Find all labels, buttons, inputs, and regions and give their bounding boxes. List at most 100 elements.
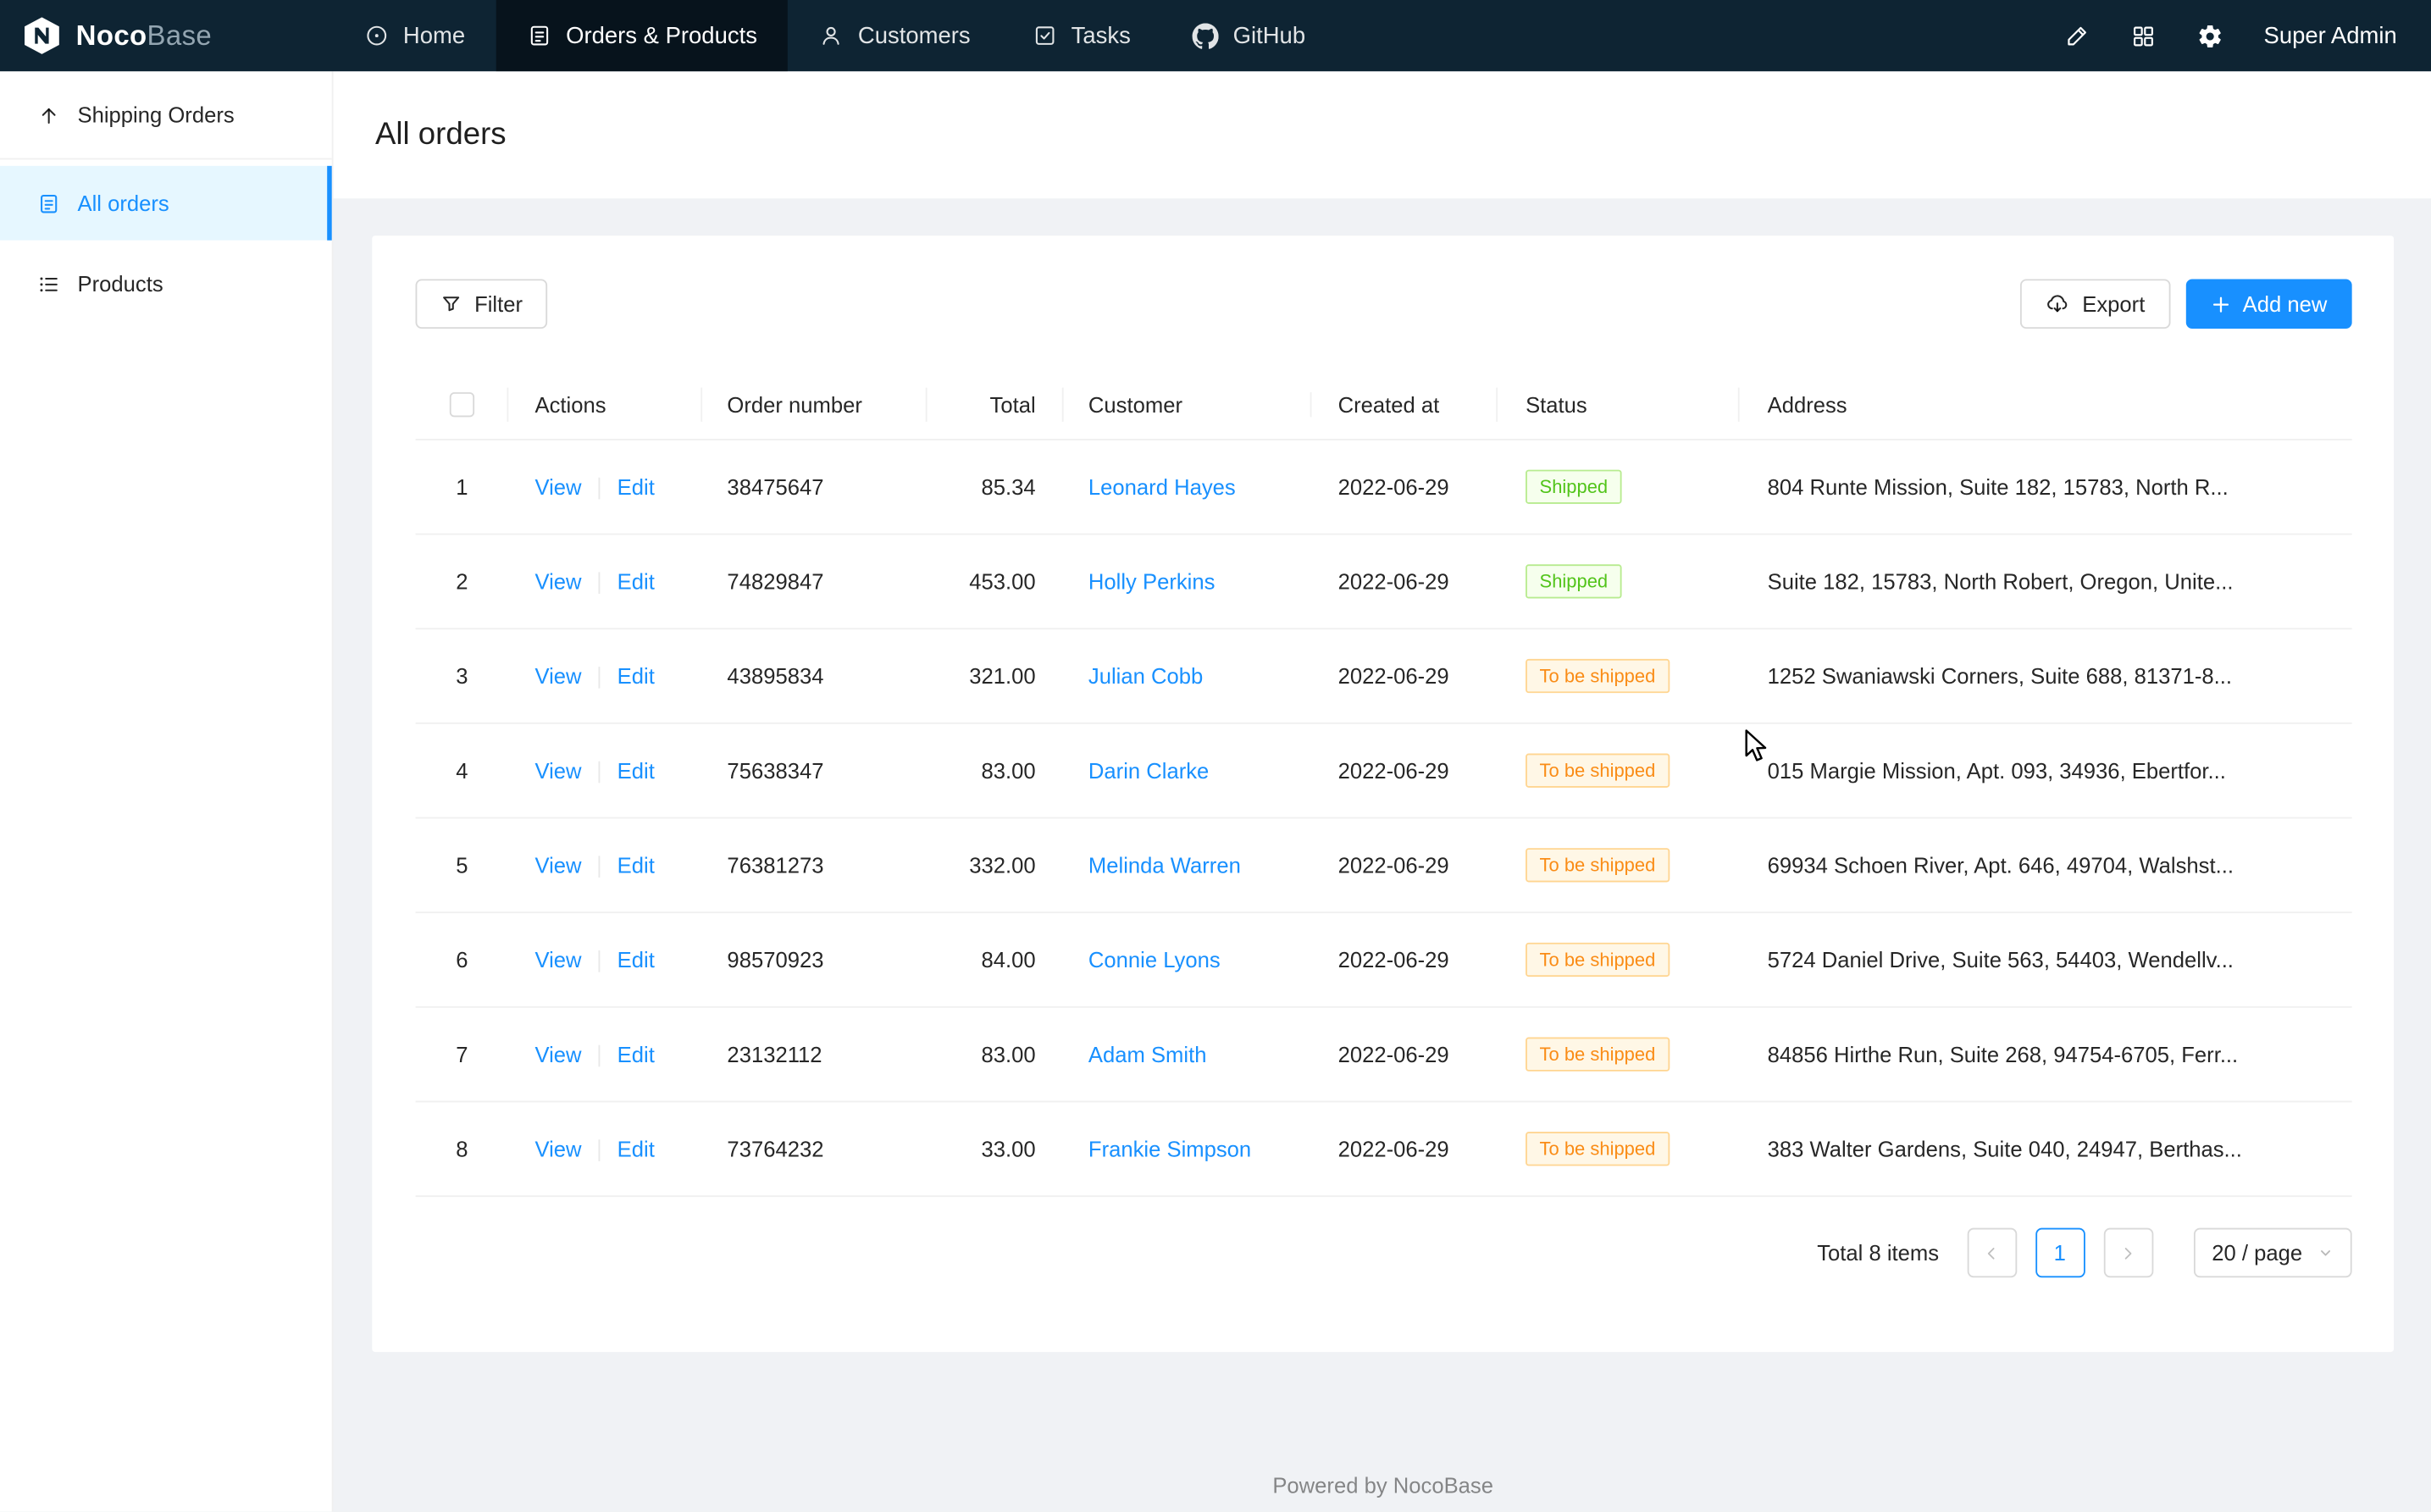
customer-link[interactable]: Darin Clarke <box>1088 758 1209 783</box>
export-button[interactable]: Export <box>2020 279 2170 329</box>
created-at-cell: 2022-06-29 <box>1311 569 1498 594</box>
total-cell: 453.00 <box>928 569 1064 594</box>
nav-item-tasks[interactable]: Tasks <box>1001 0 1161 71</box>
apps-grid-icon[interactable] <box>2130 23 2157 49</box>
view-link[interactable]: View <box>534 663 581 688</box>
tasks-icon <box>1033 23 1057 47</box>
toolbar-right: Export Add new <box>2020 279 2352 329</box>
address-cell: 015 Margie Mission, Apt. 093, 34936, Ebe… <box>1740 758 2352 783</box>
settings-gear-icon[interactable] <box>2197 23 2223 49</box>
total-cell: 83.00 <box>928 758 1064 783</box>
customer-link[interactable]: Leonard Hayes <box>1088 474 1236 499</box>
pagination: Total 8 items 1 20 / page <box>416 1228 2352 1278</box>
user-menu[interactable]: Super Admin <box>2264 23 2397 49</box>
next-page-button[interactable] <box>2103 1228 2153 1278</box>
sidebar-item-products[interactable]: Products <box>0 246 332 321</box>
filter-icon <box>440 293 462 315</box>
edit-link[interactable]: Edit <box>617 852 655 877</box>
nav-item-github[interactable]: GitHub <box>1161 0 1336 71</box>
address-cell: 383 Walter Gardens, Suite 040, 24947, Be… <box>1740 1137 2352 1161</box>
total-cell: 84.00 <box>928 947 1064 972</box>
table-row: 7 ViewEdit 23132112 83.00 Adam Smith 202… <box>416 1008 2352 1103</box>
action-divider <box>599 950 601 972</box>
customer-link[interactable]: Julian Cobb <box>1088 663 1203 688</box>
page-1-button[interactable]: 1 <box>2035 1228 2085 1278</box>
view-link[interactable]: View <box>534 568 581 593</box>
status-tag: To be shipped <box>1526 754 1670 788</box>
view-link[interactable]: View <box>534 758 581 783</box>
total-cell: 321.00 <box>928 663 1064 688</box>
view-link[interactable]: View <box>534 1042 581 1066</box>
status-tag: To be shipped <box>1526 943 1670 977</box>
content-area: Filter Export Add <box>334 198 2431 1498</box>
total-cell: 83.00 <box>928 1042 1064 1066</box>
export-button-label: Export <box>2082 291 2145 316</box>
main-nav: Home Orders & Products Customers Tasks <box>334 0 1337 71</box>
view-link[interactable]: View <box>534 474 581 499</box>
view-link[interactable]: View <box>534 1136 581 1160</box>
nav-item-label: Home <box>403 23 465 49</box>
select-all-checkbox[interactable] <box>450 391 474 416</box>
nav-item-label: Tasks <box>1072 23 1131 49</box>
view-link[interactable]: View <box>534 852 581 877</box>
edit-link[interactable]: Edit <box>617 1136 655 1160</box>
edit-link[interactable]: Edit <box>617 474 655 499</box>
customer-link[interactable]: Adam Smith <box>1088 1042 1207 1066</box>
table-row: 8 ViewEdit 73764232 33.00 Frankie Simpso… <box>416 1102 2352 1197</box>
address-cell: 804 Runte Mission, Suite 182, 15783, Nor… <box>1740 474 2352 499</box>
table-row: 1 ViewEdit 38475647 85.34 Leonard Hayes … <box>416 440 2352 535</box>
edit-link[interactable]: Edit <box>617 568 655 593</box>
table-row: 5 ViewEdit 76381273 332.00 Melinda Warre… <box>416 818 2352 913</box>
address-cell: 5724 Daniel Drive, Suite 563, 54403, Wen… <box>1740 947 2352 972</box>
total-cell: 33.00 <box>928 1137 1064 1161</box>
home-icon <box>364 23 389 47</box>
nav-item-label: GitHub <box>1233 23 1305 49</box>
filter-button[interactable]: Filter <box>416 279 548 329</box>
powered-by-footer: Powered by NocoBase <box>372 1473 2394 1498</box>
chevron-down-icon <box>2317 1245 2333 1260</box>
add-new-button-label: Add new <box>2243 291 2328 316</box>
customer-link[interactable]: Connie Lyons <box>1088 947 1221 972</box>
products-list-icon <box>37 272 60 295</box>
brand[interactable]: NocoBase <box>0 0 334 71</box>
add-new-button[interactable]: Add new <box>2185 279 2352 329</box>
created-at-cell: 2022-06-29 <box>1311 758 1498 783</box>
header-status: Status <box>1498 391 1740 416</box>
order-number-cell: 76381273 <box>702 853 927 878</box>
view-link[interactable]: View <box>534 947 581 972</box>
sidebar-item-all-orders[interactable]: All orders <box>0 166 332 241</box>
customer-link[interactable]: Melinda Warren <box>1088 853 1241 878</box>
orders-card: Filter Export Add <box>372 235 2394 1352</box>
edit-link[interactable]: Edit <box>617 663 655 688</box>
filter-button-label: Filter <box>474 291 523 316</box>
page-size-value: 20 / page <box>2212 1240 2302 1265</box>
nav-item-label: Customers <box>858 23 971 49</box>
order-number-cell: 43895834 <box>702 663 927 688</box>
action-divider <box>599 573 601 595</box>
status-tag: Shipped <box>1526 470 1622 504</box>
nav-item-orders-products[interactable]: Orders & Products <box>496 0 789 71</box>
pagination-total: Total 8 items <box>1817 1240 1939 1265</box>
row-index: 6 <box>456 947 468 972</box>
brand-noco: Noco <box>76 19 147 51</box>
highlight-icon[interactable] <box>2063 23 2090 49</box>
table-row: 6 ViewEdit 98570923 84.00 Connie Lyons 2… <box>416 913 2352 1008</box>
row-index: 1 <box>456 474 468 499</box>
edit-link[interactable]: Edit <box>617 1042 655 1066</box>
customer-link[interactable]: Holly Perkins <box>1088 569 1216 594</box>
sidebar-item-shipping-orders[interactable]: Shipping Orders <box>0 78 332 152</box>
edit-link[interactable]: Edit <box>617 947 655 972</box>
nav-item-home[interactable]: Home <box>334 0 496 71</box>
top-nav: NocoBase Home Orders & Products Customer… <box>0 0 2431 71</box>
github-icon <box>1193 23 1219 49</box>
header-order-number: Order number <box>702 391 927 416</box>
sidebar-item-label: Products <box>78 271 163 296</box>
table-row: 4 ViewEdit 75638347 83.00 Darin Clarke 2… <box>416 724 2352 819</box>
page-size-select[interactable]: 20 / page <box>2193 1228 2351 1278</box>
customer-link[interactable]: Frankie Simpson <box>1088 1137 1251 1161</box>
main-content: All orders Filter <box>334 71 2431 1511</box>
nav-item-customers[interactable]: Customers <box>789 0 1002 71</box>
prev-page-button[interactable] <box>1967 1228 2017 1278</box>
edit-link[interactable]: Edit <box>617 758 655 783</box>
status-tag: Shipped <box>1526 564 1622 598</box>
